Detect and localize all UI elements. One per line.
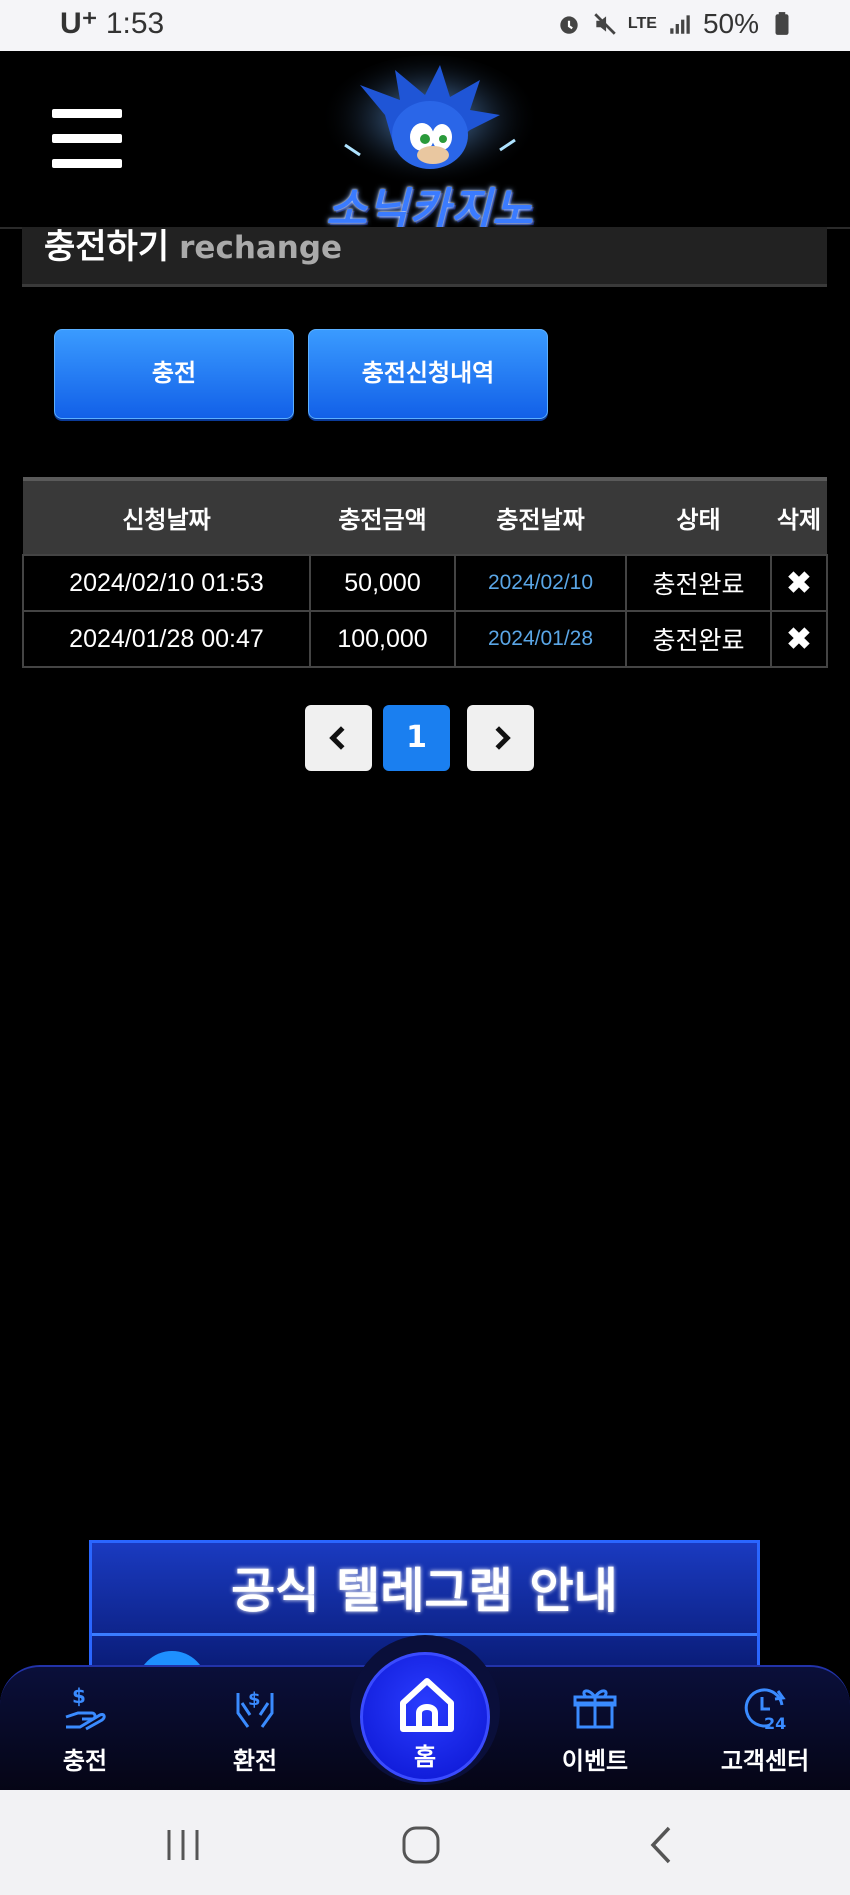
alarm-icon	[560, 16, 578, 34]
page-subtitle: rechange	[179, 230, 343, 266]
amount-cell: 100,000	[309, 610, 456, 668]
nav-item-deposit[interactable]: $ 충전	[15, 1667, 155, 1792]
page-title: 충전하기 rechange	[44, 219, 342, 268]
nav-label-support: 고객센터	[720, 1747, 810, 1775]
delete-icon[interactable]: ✖	[786, 623, 811, 656]
site-header: 소닉카지노	[0, 51, 850, 235]
deposit-icon: $	[65, 1684, 106, 1731]
site-logo[interactable]: 소닉카지노	[300, 55, 560, 235]
table-row: 2024/01/28 00:47 100,000 2024/01/28 충전완료…	[22, 610, 828, 668]
battery-icon	[775, 12, 789, 35]
delete-cell[interactable]: ✖	[770, 610, 828, 668]
column-header: 충전금액	[310, 477, 455, 555]
page-title-bar: 충전하기 rechange	[22, 227, 827, 287]
status-cell: 충전완료	[625, 554, 772, 612]
nav-label-event: 이벤트	[561, 1747, 629, 1775]
status-left: U⁺ 1:53	[60, 6, 164, 41]
delete-cell[interactable]: ✖	[770, 554, 828, 612]
pagination-next-button[interactable]	[467, 705, 534, 771]
withdraw-icon: $	[236, 1689, 274, 1728]
deposit-history-table: 신청날짜 충전금액 충전날짜 상태 삭제 2024/02/10 01:53 50…	[22, 477, 828, 668]
nav-item-support[interactable]: 24 고객센터	[695, 1667, 835, 1792]
status-cell: 충전완료	[625, 610, 772, 668]
status-bar: U⁺ 1:53 LTE 50%	[0, 0, 850, 51]
requested-date-cell: 2024/02/10 01:53	[22, 554, 311, 612]
home-icon	[400, 1678, 454, 1732]
svg-text:24: 24	[764, 1714, 786, 1733]
home-system-icon[interactable]	[391, 1820, 451, 1870]
delete-icon[interactable]: ✖	[786, 567, 811, 600]
status-right: LTE 50%	[556, 8, 795, 40]
back-icon[interactable]	[633, 1820, 693, 1870]
requested-date-cell: 2024/01/28 00:47	[22, 610, 311, 668]
battery-percent: 50%	[702, 8, 759, 39]
nav-label-deposit: 충전	[62, 1747, 108, 1775]
support-24-icon: 24	[744, 1688, 786, 1733]
nav-label-withdraw: 환전	[232, 1747, 278, 1775]
chevron-left-icon	[328, 726, 345, 750]
menu-icon[interactable]	[52, 109, 122, 169]
column-header: 충전날짜	[455, 477, 626, 555]
page-title-text: 충전하기	[44, 227, 170, 267]
gift-icon	[573, 1689, 617, 1729]
tab-deposit-history[interactable]: 충전신청내역	[308, 329, 548, 419]
signal-icon	[670, 15, 690, 34]
charged-date-cell: 2024/01/28	[454, 610, 627, 668]
chevron-right-icon	[494, 726, 511, 750]
tab-deposit[interactable]: 충전	[54, 329, 294, 419]
pagination-prev-button[interactable]	[305, 705, 372, 771]
svg-text:$: $	[248, 1689, 261, 1710]
clock: 1:53	[105, 7, 165, 40]
column-header: 신청날짜	[23, 477, 310, 555]
column-header: 상태	[626, 477, 771, 555]
amount-cell: 50,000	[309, 554, 456, 612]
mute-icon	[594, 13, 616, 35]
column-header: 삭제	[771, 477, 827, 555]
table-row: 2024/02/10 01:53 50,000 2024/02/10 충전완료 …	[22, 554, 828, 612]
svg-text:$: $	[72, 1684, 86, 1708]
pagination-page-1[interactable]: 1	[383, 705, 450, 771]
nav-item-withdraw[interactable]: $ 환전	[185, 1667, 325, 1792]
nav-item-event[interactable]: 이벤트	[525, 1667, 665, 1792]
network-label: LTE	[627, 15, 657, 32]
table-header-row: 신청날짜 충전금액 충전날짜 상태 삭제	[23, 477, 827, 555]
system-nav-bar	[0, 1790, 850, 1895]
carrier-label: U⁺	[60, 7, 98, 40]
nav-label-home: 홈	[413, 1743, 437, 1771]
recent-apps-icon[interactable]	[153, 1820, 213, 1870]
charged-date-cell: 2024/02/10	[454, 554, 627, 612]
banner-title: 공식 텔레그램 안내	[231, 1563, 618, 1619]
nav-item-home[interactable]: 홈	[360, 1652, 490, 1782]
